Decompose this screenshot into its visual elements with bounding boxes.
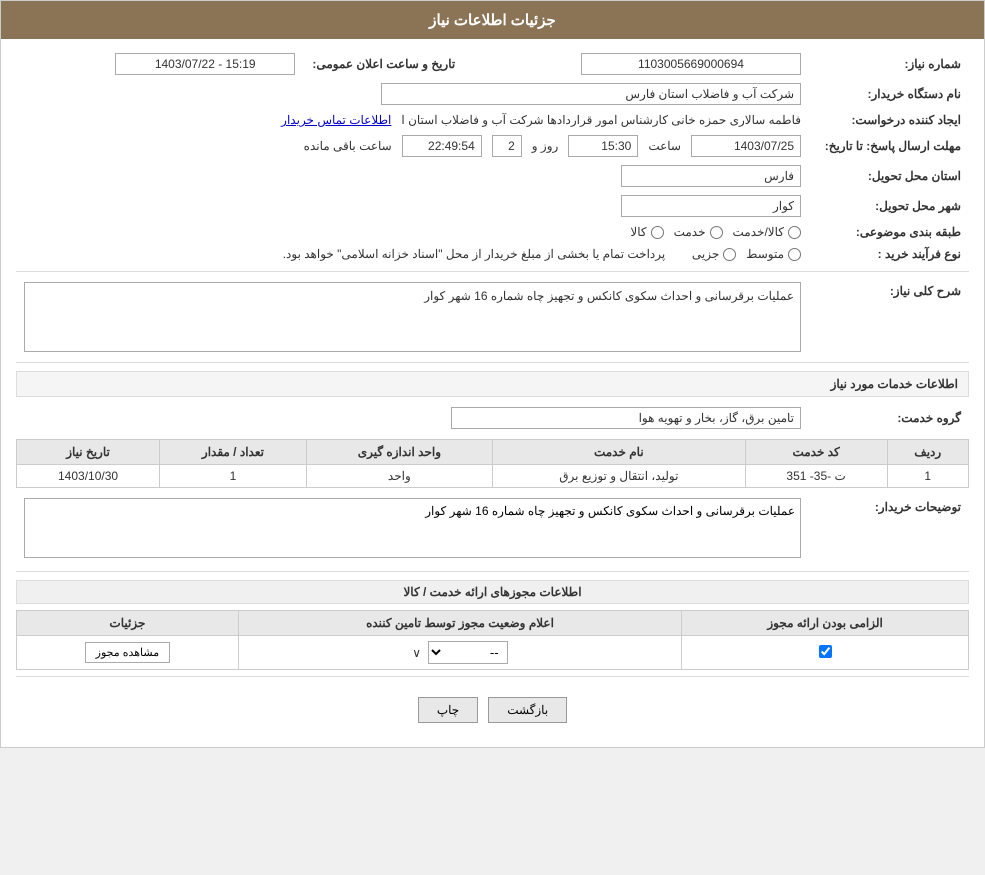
toseeh-textarea[interactable]: [24, 498, 801, 558]
col-aalam: اعلام وضعیت مجوز توسط تامین کننده: [238, 611, 681, 636]
motavaset-input[interactable]: [788, 248, 801, 261]
aalam-select[interactable]: --: [428, 641, 508, 664]
ijad-value: فاطمه سالاری حمزه خانی کارشناس امور قرار…: [401, 113, 801, 127]
view-mojooz-button[interactable]: مشاهده مجوز: [85, 642, 170, 663]
col-kod: کد خدمت: [745, 440, 887, 465]
bottom-buttons: بازگشت چاپ: [16, 683, 969, 737]
khadamat-radio[interactable]: خدمت: [674, 225, 723, 239]
tarikh-label: تاریخ و ساعت اعلان عمومی:: [303, 49, 463, 79]
kala-input[interactable]: [651, 226, 664, 239]
mohlat-label: مهلت ارسال پاسخ: تا تاریخ:: [809, 131, 969, 161]
ostan-value: فارس: [621, 165, 801, 187]
aalam-cell: -- ∨: [238, 636, 681, 670]
sharh-label: شرح کلی نیاز:: [809, 278, 969, 356]
list-item: -- ∨ مشاهده مجوز: [17, 636, 969, 670]
shomara-niaz-label: شماره نیاز:: [809, 49, 969, 79]
kala-label-radio: کالا: [630, 225, 646, 239]
mojooz-section-title: اطلاعات مجوزهای ارائه خدمت / کالا: [16, 580, 969, 604]
services-table: ردیف کد خدمت نام خدمت واحد اندازه گیری ت…: [16, 439, 969, 488]
elzami-cell: [682, 636, 969, 670]
jozee-input[interactable]: [723, 248, 736, 261]
page-header: جزئیات اطلاعات نیاز: [1, 1, 984, 39]
ijad-label: ایجاد کننده درخواست:: [809, 109, 969, 131]
tarikh-value: 1403/07/22 - 15:19: [115, 53, 295, 75]
col-nam: نام خدمت: [492, 440, 745, 465]
shahr-value: کوار: [621, 195, 801, 217]
page-title: جزئیات اطلاعات نیاز: [429, 12, 556, 29]
col-radif: ردیف: [887, 440, 969, 465]
tabaqe-label: طبقه بندی موضوعی:: [809, 221, 969, 243]
khadamat-section-title: اطلاعات خدمات مورد نیاز: [16, 371, 969, 397]
ijad-link[interactable]: اطلاعات تماس خریدار: [281, 113, 391, 127]
shomara-niaz-value: 1103005669000694: [581, 53, 801, 75]
toseeh-label: توضیحات خریدار:: [809, 494, 969, 565]
col-tarikh: تاریخ نیاز: [17, 440, 160, 465]
jozee-radio[interactable]: جزیی: [692, 247, 736, 261]
ostan-label: استان محل تحویل:: [809, 161, 969, 191]
gorohe-khadamat-label: گروه خدمت:: [809, 403, 969, 433]
cell-radif: 1: [887, 465, 969, 488]
cell-tedad: 1: [160, 465, 307, 488]
nam-dastgah-value: شرکت آب و فاضلاب استان فارس: [381, 83, 801, 105]
farayand-desc: پرداخت تمام یا بخشی از مبلغ خریدار از مح…: [283, 247, 666, 261]
joziat-cell: مشاهده مجوز: [17, 636, 239, 670]
print-button[interactable]: چاپ: [418, 697, 478, 723]
kala-khadamat-label: کالا/خدمت: [733, 225, 784, 239]
cell-kod: ت -35- 351: [745, 465, 887, 488]
permit-table: الزامی بودن ارائه مجوز اعلام وضعیت مجوز …: [16, 610, 969, 670]
cell-tarikh: 1403/10/30: [17, 465, 160, 488]
jozee-label: جزیی: [692, 247, 719, 261]
kala-radio[interactable]: کالا: [630, 225, 663, 239]
cell-vahed: واحد: [306, 465, 492, 488]
col-vahed: واحد اندازه گیری: [306, 440, 492, 465]
mohlat-date: 1403/07/25: [691, 135, 801, 157]
kala-khadamat-radio[interactable]: کالا/خدمت: [733, 225, 801, 239]
khadamat-label-radio: خدمت: [674, 225, 706, 239]
col-elzami: الزامی بودن ارائه مجوز: [682, 611, 969, 636]
elzami-checkbox[interactable]: [819, 645, 832, 658]
back-button[interactable]: بازگشت: [488, 697, 567, 723]
rooz-label: روز و: [532, 139, 559, 153]
saaat-baqi-label: ساعت باقی مانده: [304, 139, 392, 153]
table-row: 1 ت -35- 351 تولید، انتقال و توزیع برق و…: [17, 465, 969, 488]
mohlat-countdown: 22:49:54: [402, 135, 482, 157]
mohlat-saat: 15:30: [568, 135, 638, 157]
cell-nam: تولید، انتقال و توزیع برق: [492, 465, 745, 488]
motavaset-radio[interactable]: متوسط: [746, 247, 801, 261]
nam-dastgah-label: نام دستگاه خریدار:: [809, 79, 969, 109]
nooe-farayand-label: نوع فرآیند خرید :: [809, 243, 969, 265]
khadamat-input[interactable]: [710, 226, 723, 239]
motavaset-label: متوسط: [746, 247, 784, 261]
col-tedad: تعداد / مقدار: [160, 440, 307, 465]
kala-khadamat-input[interactable]: [788, 226, 801, 239]
saat-label: ساعت: [648, 139, 681, 153]
shahr-label: شهر محل تحویل:: [809, 191, 969, 221]
gorohe-khadamat-value: تامین برق، گاز، بخار و تهویه هوا: [451, 407, 801, 429]
col-joziat: جزئیات: [17, 611, 239, 636]
mohlat-rooz: 2: [492, 135, 522, 157]
sharh-value: عملیات برقرسانی و احداث سکوی کانکس و تجه…: [24, 282, 801, 352]
